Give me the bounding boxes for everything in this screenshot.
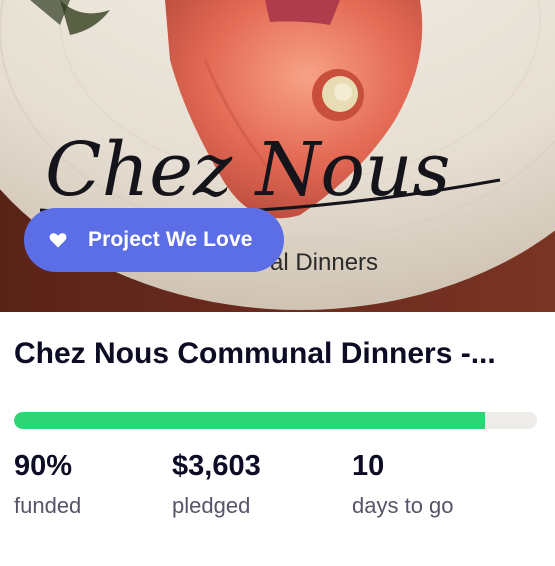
stat-pledged-label: pledged xyxy=(172,493,251,518)
heart-icon xyxy=(49,233,67,248)
funding-progress-bar xyxy=(14,412,537,429)
funding-progress-fill xyxy=(14,412,485,429)
stat-funded-label: funded xyxy=(14,493,82,518)
stat-days-label: days to go xyxy=(352,493,454,518)
stat-pledged: $3,603 pledged xyxy=(172,448,261,520)
stat-pledged-value: $3,603 xyxy=(172,450,261,482)
hero-logo-subtitle: al Dinners xyxy=(270,249,378,276)
project-we-love-badge[interactable]: Project We Love xyxy=(24,208,284,272)
project-card[interactable]: Chez Nous al Dinners Project We Love Che… xyxy=(0,0,555,566)
stat-days-value: 10 xyxy=(352,450,385,482)
stat-days-to-go: 10 days to go xyxy=(352,448,454,520)
project-hero-image[interactable]: Chez Nous al Dinners Project We Love xyxy=(0,0,555,312)
stat-funded-value: 90% xyxy=(14,450,73,482)
badge-label: Project We Love xyxy=(88,228,253,251)
hero-logo-text: Chez Nous xyxy=(45,127,451,213)
stat-funded: 90% funded xyxy=(14,448,81,520)
project-title[interactable]: Chez Nous Communal Dinners -... xyxy=(14,334,542,374)
